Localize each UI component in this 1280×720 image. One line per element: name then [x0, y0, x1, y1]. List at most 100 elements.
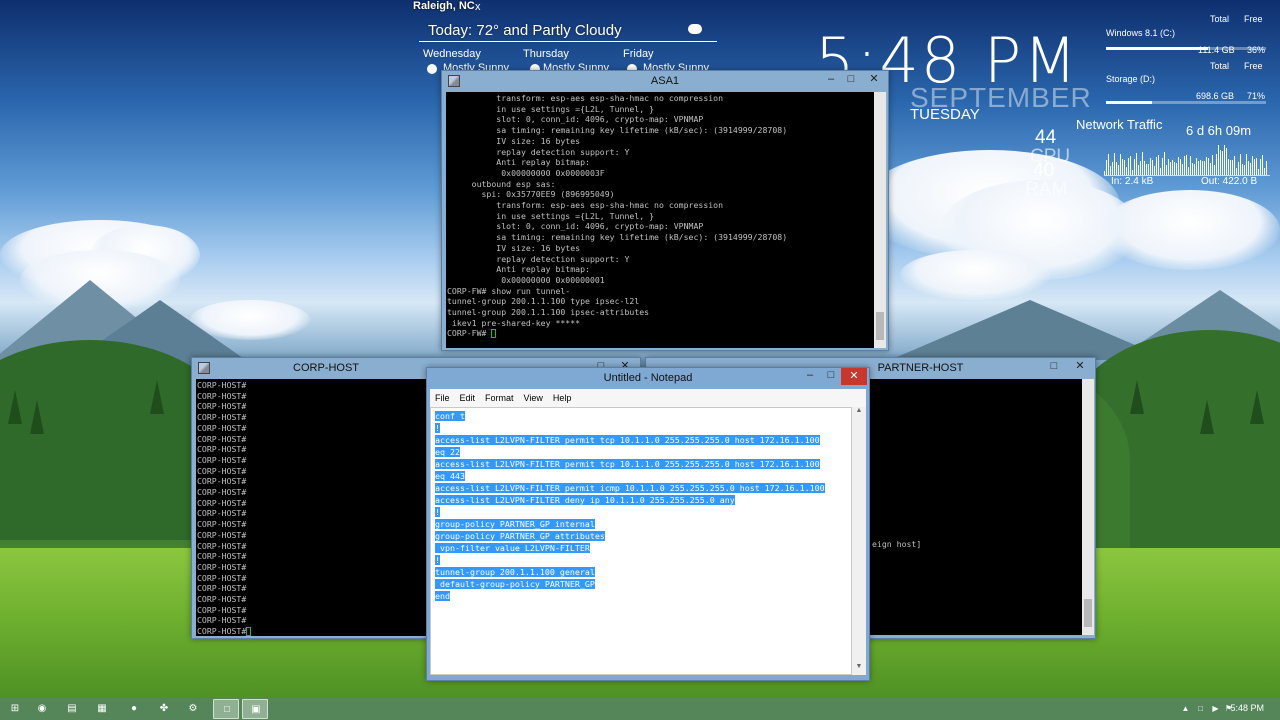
- notepad-line: vpn-filter value L2LVPN-FILTER: [435, 542, 847, 554]
- disk-col-total: Total: [1210, 61, 1230, 71]
- forecast-day: Thursday: [523, 48, 569, 60]
- notepad-line: tunnel-group 200.1.1.100 general: [435, 566, 847, 578]
- notepad-titlebar[interactable]: Untitled - Notepad – □ ✕: [427, 368, 869, 389]
- maximize-button[interactable]: □: [820, 368, 842, 383]
- asa-scrollbar[interactable]: [874, 92, 886, 348]
- gns3-icon: ✤: [159, 703, 169, 714]
- net-in: In: 2.4 kB: [1111, 176, 1154, 187]
- forecast-day: Wednesday: [423, 48, 481, 60]
- selected-text: eq 443: [435, 471, 465, 481]
- partner-scrollbar[interactable]: [1082, 379, 1094, 635]
- terminal-line: Anti replay bitmap:: [447, 264, 590, 275]
- maximize-button[interactable]: □: [1043, 359, 1065, 374]
- menu-help[interactable]: Help: [548, 389, 577, 407]
- selected-text: access-list L2LVPN-FILTER permit tcp 10.…: [435, 435, 820, 445]
- disk-col-total: Total: [1210, 14, 1230, 24]
- taskbar-gns3-button[interactable]: ✤: [151, 699, 177, 719]
- taskbar: ▲ □ ▶ ⚑ 5:48 PM ⊞ ◉ ▤ ▦ ● ✤ ⚙ □ ▣: [0, 698, 1280, 720]
- selected-text: access-list L2LVPN-FILTER permit tcp 10.…: [435, 459, 820, 469]
- notepad-line: end: [435, 590, 847, 602]
- weather-city: Raleigh, NC: [413, 0, 475, 12]
- disk-usage-bar: [1106, 47, 1266, 50]
- terminal-line: 0x00000000 0x00000001: [447, 274, 605, 285]
- putty-icon: ⚙: [188, 703, 198, 714]
- terminal-line: sa timing: remaining key lifetime (kB/se…: [447, 232, 788, 243]
- net-out: Out: 422.0 B: [1201, 176, 1258, 187]
- notepad-menubar: File Edit Format View Help: [430, 389, 866, 407]
- taskbar-file-explorer-button[interactable]: ▤: [59, 699, 85, 719]
- disk-col-free: Free: [1244, 61, 1263, 71]
- disk-label: Windows 8.1 (C:): [1106, 28, 1176, 38]
- maximize-button[interactable]: □: [840, 72, 862, 87]
- selected-text: access-list L2LVPN-FILTER deny ip 10.1.1…: [435, 495, 735, 505]
- notepad-line: access-list L2LVPN-FILTER deny ip 10.1.1…: [435, 494, 847, 506]
- selected-text: group-policy PARTNER_GP internal: [435, 519, 595, 529]
- taskbar-console-button[interactable]: ▣: [242, 699, 268, 719]
- taskbar-notepad-button[interactable]: □: [213, 699, 239, 719]
- scroll-up-arrow-icon[interactable]: ▲: [852, 407, 866, 419]
- taskbar-start-button[interactable]: ⊞: [2, 699, 28, 719]
- console-icon: ▣: [251, 704, 261, 715]
- selected-text: eq 22: [435, 447, 460, 457]
- terminal-line: IV size: 16 bytes: [447, 242, 581, 253]
- taskbar-putty-button[interactable]: ⚙: [180, 699, 206, 719]
- uptime: 6 d 6h 09m: [1186, 123, 1252, 138]
- selected-text: access-list L2LVPN-FILTER permit icmp 10…: [435, 483, 825, 493]
- terminal-line: outbound esp sas:: [447, 178, 556, 189]
- menu-format[interactable]: Format: [480, 389, 519, 407]
- asa-terminal[interactable]: transform: esp-aes esp-sha-hmac no compr…: [446, 92, 874, 348]
- sun-icon: [427, 64, 437, 74]
- close-button[interactable]: ✕: [1067, 358, 1093, 375]
- selected-text: vpn-filter value L2LVPN-FILTER: [435, 543, 590, 553]
- selected-text: group-policy PARTNER_GP attributes: [435, 531, 605, 541]
- notepad-icon: □: [223, 704, 231, 715]
- notification-icon[interactable]: ▲: [1181, 704, 1190, 713]
- terminal-line: sa timing: remaining key lifetime (kB/se…: [447, 125, 788, 136]
- clock-weekday: TUESDAY: [910, 106, 980, 123]
- volume-icon[interactable]: ▶: [1211, 704, 1220, 713]
- taskbar-firefox-button[interactable]: ◉: [29, 699, 55, 719]
- weather-close-button[interactable]: x: [475, 1, 481, 13]
- notepad-scrollbar[interactable]: ▲ ▼: [852, 407, 866, 675]
- scroll-down-arrow-icon[interactable]: ▼: [852, 663, 866, 675]
- disk-free: 36%: [1247, 45, 1266, 55]
- selected-text: default-group-policy PARTNER_GP: [435, 579, 595, 589]
- menu-file[interactable]: File: [430, 389, 455, 407]
- menu-edit[interactable]: Edit: [455, 389, 481, 407]
- close-button[interactable]: ✕: [841, 368, 867, 385]
- taskbar-calculator-button[interactable]: ▦: [89, 699, 115, 719]
- notepad-line: !: [435, 506, 847, 518]
- asa-titlebar[interactable]: ASA1 – □ ✕: [442, 71, 888, 94]
- disk-col-free: Free: [1244, 14, 1263, 24]
- notepad-line: !: [435, 422, 847, 434]
- notepad-line: conf t: [435, 410, 847, 422]
- terminal-line: spi: 0x35770EE9 (896995049): [447, 189, 615, 200]
- notepad-line: access-list L2LVPN-FILTER permit tcp 10.…: [435, 434, 847, 446]
- minimize-button[interactable]: –: [820, 72, 842, 87]
- selected-text: !: [435, 507, 440, 517]
- taskbar-clock[interactable]: 5:48 PM: [1230, 703, 1264, 713]
- minimize-button[interactable]: –: [799, 368, 821, 383]
- file-explorer-icon: ▤: [67, 703, 77, 714]
- weather-divider: [419, 41, 717, 42]
- disk-label: Storage (D:): [1106, 74, 1156, 84]
- network-title: Network Traffic: [1076, 117, 1163, 132]
- terminal-line: transform: esp-aes esp-sha-hmac no compr…: [447, 200, 724, 211]
- selected-text: conf t: [435, 411, 465, 421]
- terminal-line: in use settings ={L2L, Tunnel, }: [447, 210, 655, 221]
- notepad-line: access-list L2LVPN-FILTER permit tcp 10.…: [435, 458, 847, 470]
- notepad-window[interactable]: Untitled - Notepad – □ ✕ File Edit Forma…: [426, 367, 870, 681]
- menu-view[interactable]: View: [519, 389, 548, 407]
- partner-terminal-text: eign host]: [872, 539, 922, 549]
- start-icon: ⊞: [10, 703, 20, 714]
- network-icon[interactable]: □: [1196, 704, 1205, 713]
- notepad-line: access-list L2LVPN-FILTER permit icmp 10…: [435, 482, 847, 494]
- asa-window[interactable]: ASA1 – □ ✕ transform: esp-aes esp-sha-hm…: [441, 70, 889, 351]
- taskbar-spotify-button[interactable]: ●: [121, 699, 147, 719]
- terminal-line: in use settings ={L2L, Tunnel, }: [447, 103, 655, 114]
- forecast-day: Friday: [623, 48, 654, 60]
- corp-title: CORP-HOST: [293, 362, 359, 374]
- notepad-line: eq 443: [435, 470, 847, 482]
- notepad-text-area[interactable]: conf t! access-list L2LVPN-FILTER permit …: [430, 407, 852, 675]
- close-button[interactable]: ✕: [861, 71, 887, 88]
